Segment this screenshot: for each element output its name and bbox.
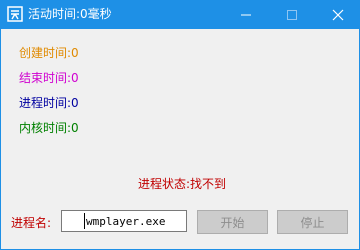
process-name-input[interactable] xyxy=(61,210,187,232)
end-time-label: 结束时间:0 xyxy=(19,71,79,85)
start-button[interactable]: 开始 xyxy=(197,210,268,234)
app-window: 活动时间:0毫秒 创建时间:0 结束时间:0 进程时间:0 内核时间:0 进程状… xyxy=(0,0,360,250)
process-time-label: 进程时间:0 xyxy=(19,96,79,110)
app-logo-icon xyxy=(7,6,23,22)
title-bar[interactable]: 活动时间:0毫秒 xyxy=(1,0,359,29)
stop-button[interactable]: 停止 xyxy=(277,210,348,234)
maximize-button[interactable] xyxy=(269,0,315,29)
kernel-time-label: 内核时间:0 xyxy=(19,121,79,135)
close-icon xyxy=(332,9,344,20)
window-title: 活动时间:0毫秒 xyxy=(28,7,112,21)
process-name-label: 进程名: xyxy=(11,216,52,230)
minimize-button[interactable] xyxy=(223,0,269,29)
process-status-label: 进程状态:找不到 xyxy=(138,177,227,191)
create-time-label: 创建时间:0 xyxy=(19,46,79,60)
close-button[interactable] xyxy=(315,0,359,29)
maximize-icon xyxy=(287,9,297,20)
minimize-icon xyxy=(241,14,251,15)
text-cursor xyxy=(84,213,85,229)
